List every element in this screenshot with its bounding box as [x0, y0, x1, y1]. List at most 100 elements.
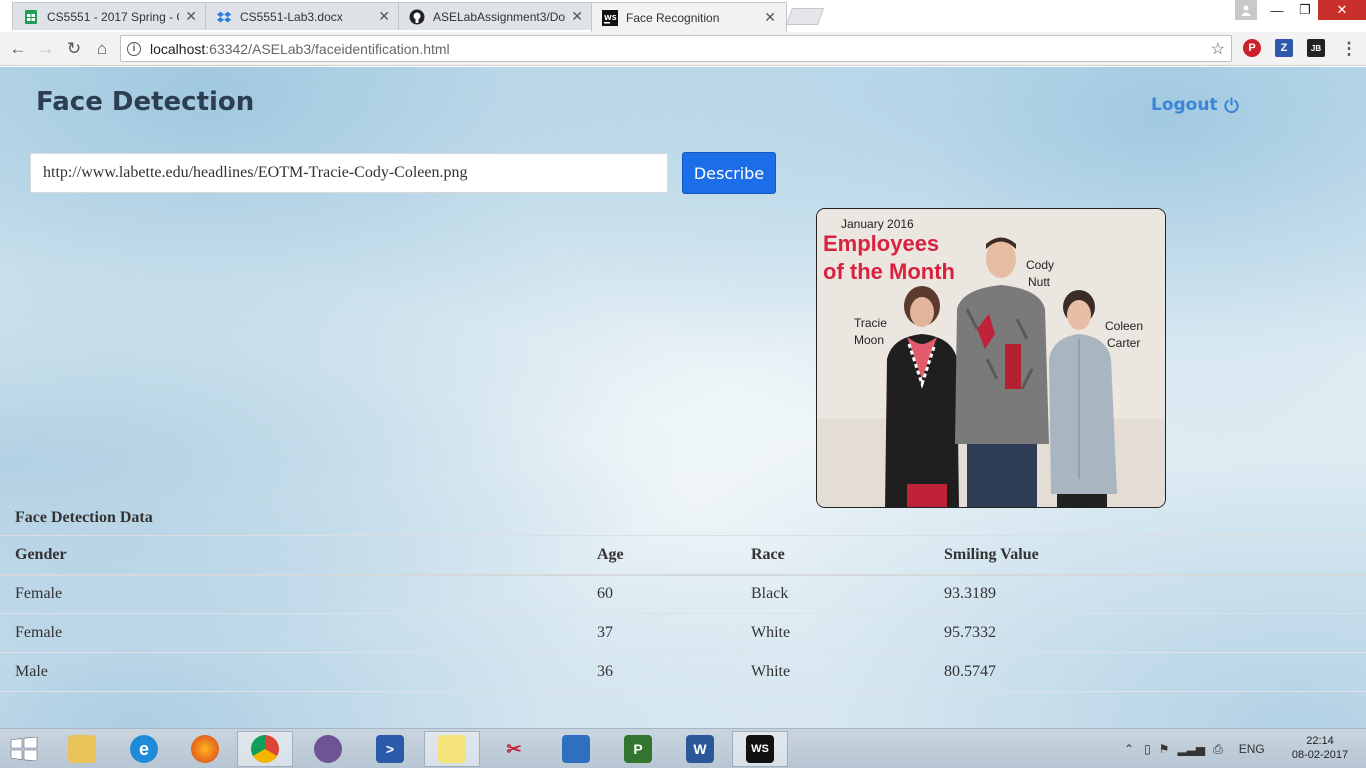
- photo-headline-line1: Employees: [823, 231, 939, 256]
- column-header-gender: Gender: [0, 535, 582, 576]
- jetbrains-extension-icon[interactable]: JB: [1307, 39, 1325, 57]
- folder-icon: [68, 735, 96, 763]
- page-title: Face Detection: [36, 87, 255, 117]
- taskbar-firefox[interactable]: [177, 731, 233, 767]
- tab-github-doc[interactable]: ASELabAssignment3/Doc ✕: [398, 2, 594, 30]
- dropbox-icon: [216, 11, 232, 22]
- column-header-race: Race: [736, 535, 929, 576]
- cell-age: 60: [582, 574, 736, 614]
- person-first-name: Tracie: [854, 316, 887, 330]
- power-icon: [1223, 96, 1239, 113]
- taskbar-internet-explorer[interactable]: e: [116, 731, 172, 767]
- taskbar-remote-desktop[interactable]: [548, 731, 604, 767]
- taskbar-sticky-notes[interactable]: [424, 731, 480, 767]
- wifi-signal-icon[interactable]: ▂▃▅: [1177, 742, 1205, 756]
- site-info-icon[interactable]: i: [127, 41, 141, 56]
- table-row: Female 60 Black 93.3189: [0, 574, 1366, 614]
- github-desktop-icon: [314, 735, 342, 763]
- language-indicator[interactable]: ENG: [1239, 742, 1265, 756]
- cell-race: White: [736, 613, 929, 653]
- chrome-menu-icon[interactable]: ⋮: [1338, 38, 1360, 60]
- image-url-input[interactable]: [30, 153, 668, 193]
- tab-lab3-docx[interactable]: CS5551-Lab3.docx ✕: [205, 2, 401, 30]
- close-icon[interactable]: ✕: [378, 8, 390, 25]
- cell-age: 37: [582, 613, 736, 653]
- taskbar-ms-word[interactable]: W: [672, 731, 728, 767]
- windows-taskbar: e > ✂ P W WS ⌃ ▯ ⚑ ▂▃▅ ⎙ ENG 22:14 08-02…: [0, 728, 1366, 768]
- employees-photo-image: January 2016 Employees of the Month Trac…: [817, 209, 1165, 507]
- bookmark-star-icon[interactable]: ☆: [1211, 39, 1225, 59]
- taskbar-chrome[interactable]: [237, 731, 293, 767]
- cell-gender: Male: [0, 652, 582, 692]
- column-header-smiling: Smiling Value: [929, 535, 1366, 576]
- reload-icon[interactable]: ↻: [63, 38, 85, 60]
- tab-label: CS5551-Lab3.docx: [240, 9, 343, 24]
- battery-icon[interactable]: ▯: [1144, 742, 1151, 756]
- table-row: Female 37 White 95.7332: [0, 613, 1366, 653]
- face-detection-table: Gender Age Race Smiling Value Female 60 …: [0, 535, 1366, 692]
- action-center-flag-icon[interactable]: ⚑: [1159, 742, 1170, 756]
- sticky-notes-icon: [438, 735, 466, 763]
- tab-label: Face Recognition: [626, 10, 720, 25]
- address-bar[interactable]: i localhost:63342/ASELab3/faceidentifica…: [120, 35, 1232, 62]
- person-first-name: Cody: [1026, 258, 1054, 272]
- tab-face-recognition[interactable]: WS Face Recognition ✕: [591, 2, 787, 32]
- taskbar-powershell[interactable]: >: [362, 731, 418, 767]
- show-hidden-icons-icon[interactable]: ⌃: [1124, 742, 1134, 756]
- column-header-age: Age: [582, 535, 736, 576]
- webstorm-icon: WS: [602, 9, 618, 26]
- analyzed-photo: January 2016 Employees of the Month Trac…: [816, 208, 1166, 508]
- windows-start-icon[interactable]: [10, 737, 38, 761]
- clock-time: 22:14: [1306, 735, 1334, 747]
- minimize-window-button[interactable]: —: [1262, 0, 1292, 20]
- page-content: Face Detection Logout Describe January 2…: [0, 67, 1366, 728]
- remote-desktop-icon: [562, 735, 590, 763]
- pinterest-extension-icon[interactable]: P: [1243, 39, 1261, 57]
- browser-toolbar: ← → ↻ ⌂ i localhost:63342/ASELab3/faceid…: [0, 32, 1366, 66]
- logout-link[interactable]: Logout: [1151, 95, 1240, 115]
- person-last-name: Nutt: [1028, 275, 1051, 289]
- printer-icon[interactable]: ⎙: [1213, 742, 1223, 757]
- address-host: localhost: [150, 40, 206, 57]
- photo-date-text: January 2016: [841, 217, 914, 231]
- taskbar-webstorm[interactable]: WS: [732, 731, 788, 767]
- cell-gender: Female: [0, 574, 582, 614]
- ms-project-icon: P: [624, 735, 652, 763]
- tab-cs5551-sheet[interactable]: CS5551 - 2017 Spring - G ✕: [12, 2, 208, 30]
- taskbar-file-explorer[interactable]: [54, 731, 110, 767]
- person-last-name: Moon: [854, 333, 884, 347]
- taskbar-github-desktop[interactable]: [300, 731, 356, 767]
- system-clock[interactable]: 22:14 08-02-2017: [1290, 734, 1350, 762]
- taskbar-ms-project[interactable]: P: [610, 731, 666, 767]
- svg-text:WS: WS: [604, 14, 617, 22]
- clock-date: 08-02-2017: [1291, 749, 1349, 761]
- describe-button[interactable]: Describe: [682, 152, 776, 194]
- restore-window-button[interactable]: ❐: [1290, 0, 1320, 20]
- close-icon[interactable]: ✕: [764, 9, 776, 26]
- user-profile-icon[interactable]: [1235, 0, 1257, 20]
- tab-label: ASELabAssignment3/Doc: [433, 9, 566, 24]
- github-icon: [409, 9, 425, 24]
- cell-age: 36: [582, 652, 736, 692]
- internet-explorer-icon: e: [130, 735, 158, 763]
- cell-smiling: 80.5747: [929, 652, 1366, 692]
- close-window-button[interactable]: ✕: [1318, 0, 1366, 20]
- person-first-name: Coleen: [1105, 319, 1143, 333]
- google-sheets-icon: [25, 9, 37, 24]
- scissors-icon: ✂: [506, 738, 522, 759]
- browser-tab-strip: CS5551 - 2017 Spring - G ✕ CS5551-Lab3.d…: [0, 0, 1366, 32]
- new-tab-button[interactable]: [785, 8, 825, 25]
- table-row: Male 36 White 80.5747: [0, 652, 1366, 692]
- zotero-extension-icon[interactable]: Z: [1275, 39, 1293, 57]
- forward-arrow-icon[interactable]: →: [35, 38, 57, 60]
- chrome-icon: [251, 735, 279, 763]
- cell-race: Black: [736, 574, 929, 614]
- home-icon[interactable]: ⌂: [91, 38, 113, 60]
- back-arrow-icon[interactable]: ←: [7, 38, 29, 60]
- close-icon[interactable]: ✕: [571, 8, 583, 25]
- taskbar-snipping-tool[interactable]: ✂: [486, 731, 542, 767]
- close-icon[interactable]: ✕: [185, 8, 197, 25]
- person-last-name: Carter: [1107, 336, 1140, 350]
- firefox-icon: [191, 735, 219, 763]
- logout-label: Logout: [1151, 95, 1218, 115]
